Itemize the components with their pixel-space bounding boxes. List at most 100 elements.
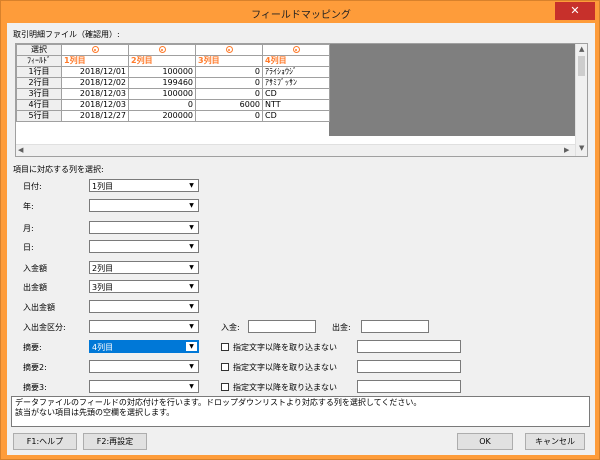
deposit-combo[interactable]: 2列目 ▼: [89, 261, 199, 274]
description-line: データファイルのフィールドの対応付けを行います。ドロップダウンリストより対応する…: [15, 398, 422, 407]
field-header: ﾌｨｰﾙﾄﾞ: [16, 55, 62, 67]
vertical-scrollbar[interactable]: ▲ ▼: [575, 44, 587, 156]
table-cell: 100000: [128, 88, 196, 100]
description-box: データファイルのフィールドの対応付けを行います。ドロップダウンリストより対応する…: [11, 396, 590, 427]
exclude-checkbox-1[interactable]: [221, 343, 229, 351]
cancel-button[interactable]: キャンセル: [525, 433, 585, 450]
scroll-right-icon[interactable]: ▶: [564, 146, 569, 154]
row-header: 3行目: [16, 88, 62, 100]
table-cell: 0: [195, 77, 263, 89]
column-select-4[interactable]: [262, 44, 330, 56]
table-cell: CD: [262, 110, 330, 122]
exclude-text-1[interactable]: [357, 340, 461, 353]
exclude-checkbox-3[interactable]: [221, 383, 229, 391]
withdraw-label: 出金:: [332, 323, 351, 332]
table-cell: 2018/12/27: [61, 110, 129, 122]
withdraw-text-field[interactable]: [361, 320, 429, 333]
table-cell: 2018/12/03: [61, 99, 129, 111]
exclude-text-2[interactable]: [357, 360, 461, 373]
day-combo[interactable]: ▼: [89, 240, 199, 253]
grid-empty-area: [329, 44, 575, 136]
description-line: 該当がない項目は先頭の空欄を選択します。: [15, 408, 175, 417]
summary3-combo[interactable]: ▼: [89, 380, 199, 393]
chevron-down-icon: ▼: [189, 264, 194, 271]
field-label: 摘要3:: [23, 383, 47, 392]
exclude-text-3[interactable]: [357, 380, 461, 393]
column-select-2[interactable]: [128, 44, 196, 56]
chevron-down-icon: ▼: [189, 303, 194, 310]
summary-combo[interactable]: 4列目 ▼: [89, 340, 199, 353]
chevron-down-icon: ▼: [189, 383, 194, 390]
table-cell: 2018/12/02: [61, 77, 129, 89]
column-select-3[interactable]: [195, 44, 263, 56]
table-row: 2行目 2018/12/02 199460 0 ｱｻﾐﾌﾞｯｻﾝ: [16, 77, 330, 89]
chevron-down-icon: ▼: [189, 323, 194, 330]
field-label: 入金額: [23, 264, 47, 273]
table-cell: 6000: [195, 99, 263, 111]
field-header-row: ﾌｨｰﾙﾄﾞ 1列目 2列目 3列目 4列目: [16, 55, 330, 67]
field-label: 摘要2:: [23, 363, 47, 372]
mapping-label: 項目に対応する列を選択:: [13, 165, 104, 174]
title-bar[interactable]: フィールドマッピング ✕: [1, 1, 600, 23]
year-combo[interactable]: ▼: [89, 199, 199, 212]
row-header: 5行目: [16, 110, 62, 122]
chevron-down-icon: ▼: [189, 243, 194, 250]
checkbox-label: 指定文字以降を取り込まない: [233, 343, 337, 352]
close-button[interactable]: ✕: [555, 2, 595, 20]
date-combo[interactable]: 1列目 ▼: [89, 179, 199, 192]
row-header: 1行目: [16, 66, 62, 78]
window-title: フィールドマッピング: [251, 10, 351, 21]
table-cell: ｱｻﾐﾌﾞｯｻﾝ: [262, 77, 330, 89]
help-button[interactable]: F1:ヘルプ: [13, 433, 77, 450]
table-row: 3行目 2018/12/03 100000 0 CD: [16, 88, 330, 100]
chevron-down-icon: ▼: [189, 283, 194, 290]
table-cell: 2018/12/01: [61, 66, 129, 78]
grid-label: 取引明細ファイル（確認用）:: [13, 30, 120, 39]
preview-table: 選択 ﾌｨｰﾙﾄﾞ 1列目 2列目 3列目 4列目 1行目 2018/12/01: [16, 44, 330, 122]
amount-combo[interactable]: ▼: [89, 300, 199, 313]
column-select-1[interactable]: [61, 44, 129, 56]
chevron-down-icon: ▼: [189, 224, 194, 231]
ok-button[interactable]: OK: [457, 433, 513, 450]
checkbox-label: 指定文字以降を取り込まない: [233, 383, 337, 392]
summary2-combo[interactable]: ▼: [89, 360, 199, 373]
dialog-content: 取引明細ファイル（確認用）: 選択 ﾌｨｰﾙﾄﾞ 1列目 2列目 3列目 4列目…: [7, 23, 595, 455]
horizontal-scrollbar[interactable]: ◀ ▶: [16, 144, 575, 156]
table-row: 4行目 2018/12/03 0 6000 NTT: [16, 99, 330, 111]
field-label: 摘要:: [23, 343, 42, 352]
table-row: 1行目 2018/12/01 100000 0 ｱﾗｲｼｮｳｼﾞ: [16, 66, 330, 78]
field-label: 日:: [23, 243, 34, 252]
scroll-thumb[interactable]: [578, 56, 585, 76]
exclude-checkbox-2[interactable]: [221, 363, 229, 371]
table-cell: CD: [262, 88, 330, 100]
scroll-up-icon[interactable]: ▲: [579, 45, 584, 53]
table-cell: 199460: [128, 77, 196, 89]
month-combo[interactable]: ▼: [89, 221, 199, 234]
table-cell: 0: [195, 66, 263, 78]
table-cell: 200000: [128, 110, 196, 122]
table-row: 5行目 2018/12/27 200000 0 CD: [16, 110, 330, 122]
dialog-window: フィールドマッピング ✕ 取引明細ファイル（確認用）: 選択 ﾌｨｰﾙﾄﾞ 1列…: [0, 0, 600, 460]
field-label: 年:: [23, 202, 34, 211]
table-cell: 0: [195, 88, 263, 100]
table-cell: NTT: [262, 99, 330, 111]
scroll-down-icon[interactable]: ▼: [579, 144, 584, 152]
table-cell: 0: [195, 110, 263, 122]
preview-grid[interactable]: 選択 ﾌｨｰﾙﾄﾞ 1列目 2列目 3列目 4列目 1行目 2018/12/01: [15, 43, 588, 157]
withdraw-combo[interactable]: 3列目 ▼: [89, 280, 199, 293]
deposit-text-field[interactable]: [248, 320, 316, 333]
scroll-left-icon[interactable]: ◀: [18, 146, 23, 154]
field-label: 入出金区分:: [23, 323, 66, 332]
type-combo[interactable]: ▼: [89, 320, 199, 333]
column-header: 2列目: [128, 55, 196, 67]
field-label: 月:: [23, 224, 34, 233]
deposit-label: 入金:: [221, 323, 240, 332]
column-header: 1列目: [61, 55, 129, 67]
checkbox-label: 指定文字以降を取り込まない: [233, 363, 337, 372]
table-cell: 100000: [128, 66, 196, 78]
reset-button[interactable]: F2:再設定: [83, 433, 147, 450]
field-label: 出金額: [23, 283, 47, 292]
chevron-down-icon: ▼: [189, 202, 194, 209]
select-header: 選択: [16, 44, 62, 56]
chevron-down-icon: ▼: [189, 363, 194, 370]
